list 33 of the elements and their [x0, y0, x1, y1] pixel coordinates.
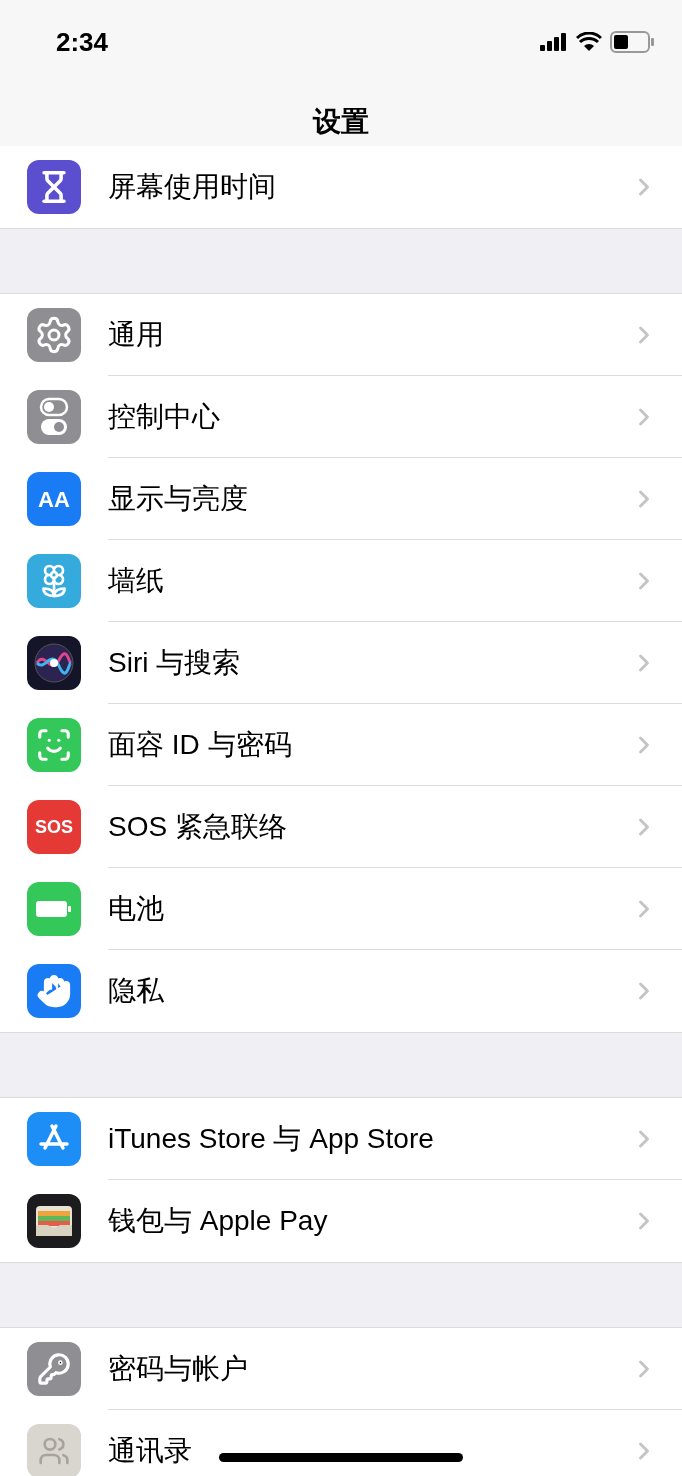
- flower-icon: [27, 554, 81, 608]
- key-icon: [27, 1342, 81, 1396]
- row-label: SOS 紧急联络: [108, 809, 287, 844]
- hand-icon: [27, 964, 81, 1018]
- siri-icon: [27, 636, 81, 690]
- wifi-icon: [576, 32, 602, 52]
- row-label: iTunes Store 与 App Store: [108, 1121, 434, 1156]
- row-label: 密码与帐户: [108, 1351, 248, 1386]
- nav-title: 设置: [313, 104, 369, 139]
- row-label: 隐私: [108, 974, 164, 1008]
- row-label: 通用: [108, 317, 164, 352]
- row-label: 显示与亮度: [108, 481, 248, 516]
- hourglass-icon: [27, 160, 81, 214]
- status-time: 2:34: [56, 25, 109, 59]
- battery-icon: [27, 882, 81, 936]
- row-label: 电池: [108, 891, 164, 926]
- battery-status-icon: [610, 31, 654, 53]
- row-label: 钱包与 Apple Pay: [108, 1204, 328, 1238]
- row-label: 面容 ID 与密码: [108, 727, 292, 762]
- wallet-icon: [27, 1194, 81, 1248]
- contacts-icon: [27, 1424, 81, 1476]
- gear-icon: [27, 308, 81, 362]
- row-label: 通讯录: [108, 1434, 192, 1468]
- sos-icon: SOS: [27, 800, 81, 854]
- face-scan-icon: [27, 718, 81, 772]
- app-store-icon: [27, 1112, 81, 1166]
- row-label: 屏幕使用时间: [108, 170, 276, 204]
- row-label: 墙纸: [108, 563, 164, 598]
- toggles-icon: [27, 390, 81, 444]
- row-label: 控制中心: [108, 399, 220, 434]
- text-size-icon: AA: [27, 472, 81, 526]
- row-label: Siri 与搜索: [108, 645, 241, 680]
- signal-icon: [540, 33, 568, 51]
